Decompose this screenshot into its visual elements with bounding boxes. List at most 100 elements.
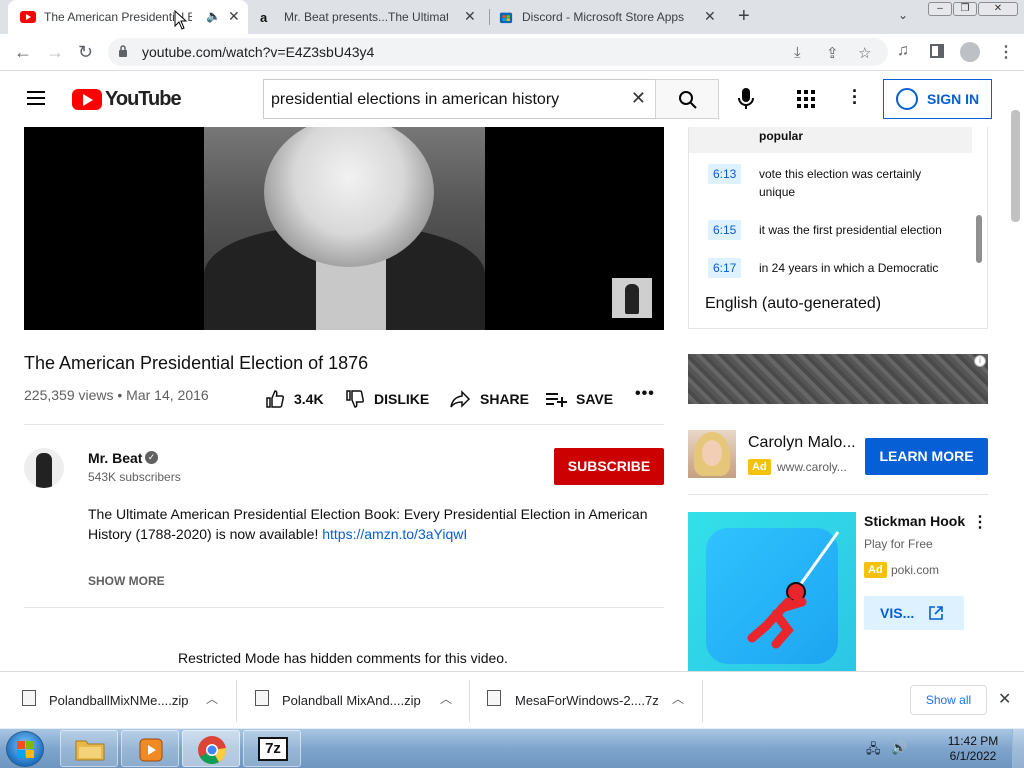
reload-icon[interactable]: ↻ (78, 42, 93, 63)
back-arrow-icon[interactable]: ← (14, 42, 32, 63)
tab-mr-beat[interactable]: a Mr. Beat presents...The Ultimate ✕ (250, 0, 488, 34)
visit-site-button[interactable]: VIS... (864, 596, 964, 630)
volume-icon[interactable]: 🔊 (891, 740, 907, 756)
show-desktop-button[interactable] (1012, 729, 1024, 768)
clear-search-icon[interactable]: ✕ (631, 88, 646, 109)
divider (702, 680, 703, 722)
transcript-text[interactable]: in 24 years in which a Democratic (759, 259, 959, 277)
taskbar-7zip[interactable]: 7z (243, 730, 301, 767)
ad-options-kebab-icon[interactable]: ⋮ (972, 512, 988, 532)
show-more-button[interactable]: SHOW MORE (88, 574, 165, 588)
side-panel-icon[interactable] (930, 44, 944, 58)
transcript-text: popular (759, 129, 803, 143)
address-bar[interactable]: youtube.com/watch?v=E4Z3sbU43y4 ⤓ ⇪ ☆ (108, 38, 888, 66)
tab-search-chevron-icon[interactable]: ⌄ (898, 8, 908, 22)
share-page-icon[interactable]: ⇪ (826, 44, 839, 62)
visit-label: VIS... (880, 605, 915, 621)
download-item[interactable]: MesaForWindows-2....7z ︿ (470, 672, 702, 729)
taskbar-explorer[interactable] (60, 730, 118, 767)
media-control-icon[interactable]: ♫ (897, 42, 909, 60)
subscribe-button[interactable]: SUBSCRIBE (554, 448, 664, 485)
taskbar-chrome[interactable] (182, 730, 240, 767)
tab-discord[interactable]: Discord - Microsoft Store Apps ✕ (490, 0, 730, 34)
video-title: The American Presidential Election of 18… (24, 353, 369, 373)
speaker-icon[interactable]: 🔈 (206, 9, 221, 23)
network-icon[interactable]: 🖧 (866, 740, 881, 762)
transcript-text[interactable]: it was the first presidential election (759, 221, 959, 239)
microphone-icon[interactable] (736, 87, 756, 111)
like-button[interactable]: 3.4K (265, 389, 324, 409)
sign-in-button[interactable]: SIGN IN (883, 79, 992, 119)
youtube-favicon-icon (20, 11, 36, 23)
more-actions-icon[interactable]: ••• (635, 385, 655, 403)
transcript-timestamp[interactable]: 6:13 (708, 164, 742, 184)
ad-game-title[interactable]: Stickman Hook (864, 513, 965, 529)
save-button[interactable]: SAVE (545, 389, 613, 409)
subscriber-count: 543K subscribers (88, 470, 181, 484)
transcript-row-active[interactable]: popular (689, 127, 972, 153)
youtube-logo[interactable]: YouTube (72, 88, 182, 111)
install-app-icon[interactable]: ⤓ (794, 44, 801, 61)
channel-watermark[interactable] (612, 278, 652, 318)
ad-advertiser-name[interactable]: Carolyn Malo... (748, 434, 856, 452)
archive-file-icon (255, 690, 269, 706)
chevron-up-icon[interactable]: ︿ (672, 690, 684, 707)
forward-arrow-icon[interactable]: → (46, 42, 64, 63)
download-item[interactable]: PolandballMixNMe....zip ︿ (0, 672, 236, 729)
dislike-button[interactable]: DISLIKE (345, 389, 429, 409)
taskbar-media-player[interactable] (121, 730, 179, 767)
share-button[interactable]: SHARE (449, 389, 529, 409)
banner-ad[interactable] (688, 354, 988, 404)
channel-avatar[interactable] (24, 448, 64, 488)
download-filename: PolandballMixNMe....zip (49, 693, 189, 708)
search-query-text: presidential elections in american histo… (271, 91, 560, 108)
learn-more-button[interactable]: LEARN MORE (865, 438, 988, 475)
page-scrollbar-thumb[interactable] (1011, 110, 1020, 222)
tab-close-icon[interactable]: ✕ (228, 8, 240, 25)
guide-menu-icon[interactable] (27, 91, 45, 105)
window-close-button[interactable]: ✕ (978, 2, 1018, 16)
save-label: SAVE (576, 391, 614, 407)
window-minimize-button[interactable]: – (928, 2, 952, 16)
tab-close-icon[interactable]: ✕ (464, 8, 476, 25)
sign-in-label: SIGN IN (927, 91, 980, 107)
settings-kebab-icon[interactable]: · · · (852, 82, 858, 112)
search-button[interactable] (655, 79, 719, 119)
system-clock[interactable]: 11:42 PM 6/1/2022 (940, 734, 1006, 764)
transcript-timestamp[interactable]: 6:17 (708, 258, 742, 278)
download-item[interactable]: Polandball MixAnd....zip ︿ (237, 672, 469, 729)
chevron-up-icon[interactable]: ︿ (440, 690, 452, 707)
tab-title: The American Presidential E (44, 10, 192, 24)
tab-american-presidential[interactable]: The American Presidential E 🔈 ✕ (8, 0, 248, 34)
ad-thumbnail[interactable] (688, 430, 736, 478)
new-tab-plus-icon[interactable]: + (738, 5, 750, 28)
transcript-scrollbar[interactable] (976, 215, 982, 263)
ad-game-thumbnail[interactable] (688, 512, 856, 672)
channel-name[interactable]: Mr. Beat (88, 450, 142, 466)
divider (688, 494, 988, 495)
video-views-date: 225,359 views • Mar 14, 2016 (24, 387, 209, 403)
lock-icon (119, 45, 127, 57)
download-shelf: PolandballMixNMe....zip ︿ Polandball Mix… (0, 671, 1024, 728)
transcript-text[interactable]: vote this election was certainly unique (759, 165, 959, 201)
search-input[interactable]: presidential elections in american histo… (263, 79, 656, 119)
profile-avatar-icon[interactable] (960, 42, 980, 62)
show-all-downloads-button[interactable]: Show all (910, 685, 987, 715)
close-shelf-icon[interactable]: ✕ (998, 689, 1011, 709)
start-button[interactable] (6, 731, 44, 767)
transcript-language-selector[interactable]: English (auto-generated) (705, 295, 881, 313)
transcript-timestamp[interactable]: 6:15 (708, 220, 742, 240)
video-player[interactable] (24, 127, 664, 330)
youtube-apps-icon[interactable] (797, 90, 815, 108)
ad-badge: Ad (748, 459, 771, 475)
tab-close-icon[interactable]: ✕ (704, 8, 716, 25)
chrome-menu-icon[interactable]: ⋮ (998, 42, 1014, 62)
window-maximize-button[interactable]: ❐ (953, 2, 977, 16)
amazon-favicon-icon: a (260, 10, 268, 25)
chevron-up-icon[interactable]: ︿ (206, 690, 218, 707)
youtube-masthead: YouTube presidential elections in americ… (0, 71, 1024, 127)
ad-info-icon[interactable]: i (974, 355, 986, 367)
playlist-add-icon (546, 393, 567, 407)
bookmark-star-icon[interactable]: ☆ (858, 44, 871, 62)
description-link[interactable]: https://amzn.to/3aYiqwI (322, 526, 467, 542)
